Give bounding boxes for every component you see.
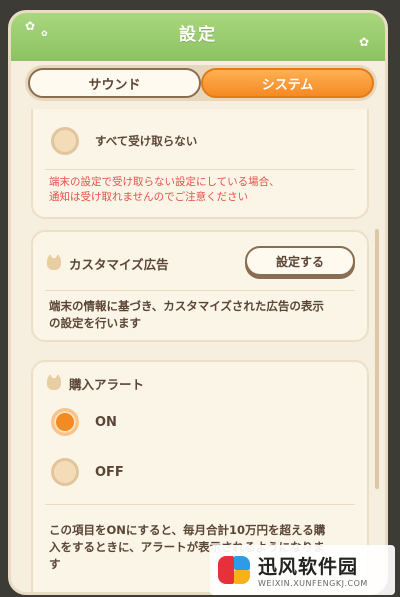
custom-ads-title: カスタマイズ広告	[69, 257, 169, 272]
radio-purchase-alert-on[interactable]	[51, 408, 79, 436]
cat-icon	[47, 254, 61, 270]
settings-panel: ✿ ✿ ✿ 設定 サウンド システム すべて受け取らない 端末の設定で受け取らな…	[8, 10, 388, 595]
flower-icon: ✿	[41, 29, 48, 38]
watermark-logo-icon	[216, 552, 252, 588]
radio-purchase-alert-off-label: OFF	[95, 465, 124, 480]
divider	[45, 504, 355, 505]
radio-purchase-alert-off[interactable]	[51, 458, 79, 486]
tab-sound[interactable]: サウンド	[28, 68, 201, 98]
watermark: 迅风软件园 WEIXIN.XUNFENGKJ.COM	[210, 545, 395, 595]
watermark-text: 迅风软件园 WEIXIN.XUNFENGKJ.COM	[258, 552, 368, 588]
custom-ads-description-line-1: 端末の情報に基づき、カスタマイズされた広告の表示	[49, 299, 324, 313]
divider	[45, 290, 355, 291]
page-title: 設定	[179, 25, 217, 45]
purchase-alert-title: 購入アラート	[69, 377, 145, 392]
flower-icon: ✿	[25, 19, 36, 33]
custom-ads-description-line-2: の設定を行います	[49, 316, 141, 330]
tab-bar: サウンド システム	[25, 65, 377, 101]
watermark-name: 迅风软件园	[258, 556, 359, 578]
divider	[45, 169, 355, 170]
custom-ads-card: カスタマイズ広告 設定する 端末の情報に基づき、カスタマイズされた広告の表示 の…	[31, 230, 369, 342]
settings-scroll-area[interactable]: すべて受け取らない 端末の設定で受け取らない設定にしている場合、 通知は受け取れ…	[21, 109, 381, 592]
cat-icon	[47, 374, 61, 390]
notification-warning-line-1: 端末の設定で受け取らない設定にしている場合、	[49, 176, 280, 188]
notification-warning-line-2: 通知は受け取れませんのでご注意ください	[49, 191, 249, 203]
notification-card: すべて受け取らない 端末の設定で受け取らない設定にしている場合、 通知は受け取れ…	[31, 109, 369, 219]
radio-receive-none-label: すべて受け取らない	[95, 134, 198, 148]
panel-header: ✿ ✿ ✿ 設定	[11, 13, 385, 61]
purchase-alert-description-line-1: この項目をONにすると、毎月合計10万円を超える購	[49, 523, 326, 537]
purchase-alert-description-line-3: す	[49, 557, 61, 571]
watermark-url: WEIXIN.XUNFENGKJ.COM	[258, 579, 368, 588]
custom-ads-settings-button[interactable]: 設定する	[245, 246, 355, 276]
radio-receive-none[interactable]	[51, 127, 79, 155]
radio-purchase-alert-on-label: ON	[95, 415, 117, 430]
scrollbar[interactable]	[375, 229, 379, 489]
tab-system[interactable]: システム	[201, 68, 374, 98]
flower-icon: ✿	[358, 35, 369, 49]
